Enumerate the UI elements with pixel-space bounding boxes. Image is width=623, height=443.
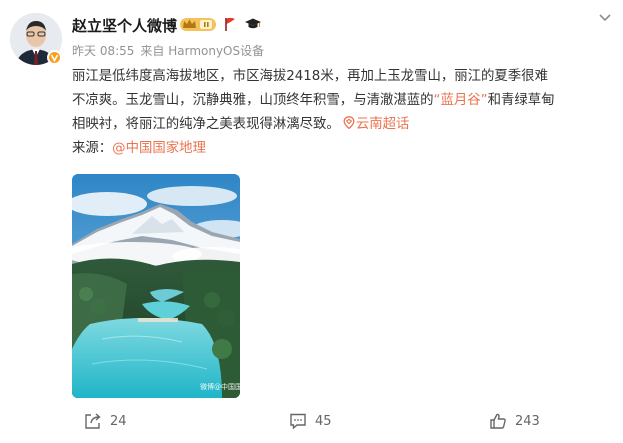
post-source: 来自 HarmonyOS设备 (140, 44, 265, 58)
like-count: 243 (515, 413, 540, 429)
author-name[interactable]: 赵立坚个人微博 (72, 15, 177, 36)
verified-badge-icon (47, 50, 62, 65)
topic-link[interactable]: 云南超话 (356, 117, 410, 132)
red-flag-icon (225, 17, 235, 31)
post-text: 丽江是低纬度高海拔地区，市区海拔2418米，再加上玉龙雪山，丽江的夏季很难 不凉… (72, 65, 592, 161)
post-image[interactable]: 微博@中国国家地理 (72, 174, 240, 398)
repost-count: 24 (110, 413, 127, 429)
post-line-4: 来源：@中国国家地理 (72, 137, 592, 161)
comment-button[interactable]: 45 (289, 412, 332, 430)
repost-icon (85, 413, 101, 429)
post-line-2-after: 和青绿草甸 (487, 93, 555, 108)
source-mention-link[interactable]: @中国国家地理 (112, 141, 206, 156)
source-label: 来源： (72, 141, 113, 156)
highlight-text: “蓝月谷” (433, 93, 488, 108)
thumbs-up-icon (490, 413, 506, 429)
post-line-2-text: 不凉爽。玉龙雪山，沉静典雅，山顶终年积雪，与清澈湛蓝的 (72, 93, 434, 108)
comment-icon (290, 413, 306, 430)
location-pin-icon (343, 116, 355, 129)
crown-level-badge-icon[interactable] (180, 16, 216, 32)
post-meta: 昨天 08:55 来自 HarmonyOS设备 (72, 42, 264, 59)
post-line-2: 不凉爽。玉龙雪山，沉静典雅，山顶终年积雪，与清澈湛蓝的“蓝月谷”和青绿草甸 (72, 89, 592, 113)
repost-button[interactable]: 24 (84, 412, 127, 430)
more-options-chevron-icon[interactable] (595, 10, 615, 26)
image-watermark: 微博@中国国家地理 (200, 383, 240, 391)
post-line-3-text: 相映衬，将丽江的纯净之美表现得淋漓尽致。 (72, 117, 340, 132)
post-time[interactable]: 昨天 08:55 (72, 42, 134, 59)
comment-count: 45 (315, 413, 332, 429)
action-bar: 24 45 243 (0, 412, 623, 438)
graduation-cap-icon (245, 18, 261, 29)
like-button[interactable]: 243 (489, 412, 540, 430)
author-badges (180, 14, 262, 34)
post-line-1: 丽江是低纬度高海拔地区，市区海拔2418米，再加上玉龙雪山，丽江的夏季很难 (72, 69, 548, 84)
post-line-3: 相映衬，将丽江的纯净之美表现得淋漓尽致。 云南超话 (72, 113, 592, 137)
